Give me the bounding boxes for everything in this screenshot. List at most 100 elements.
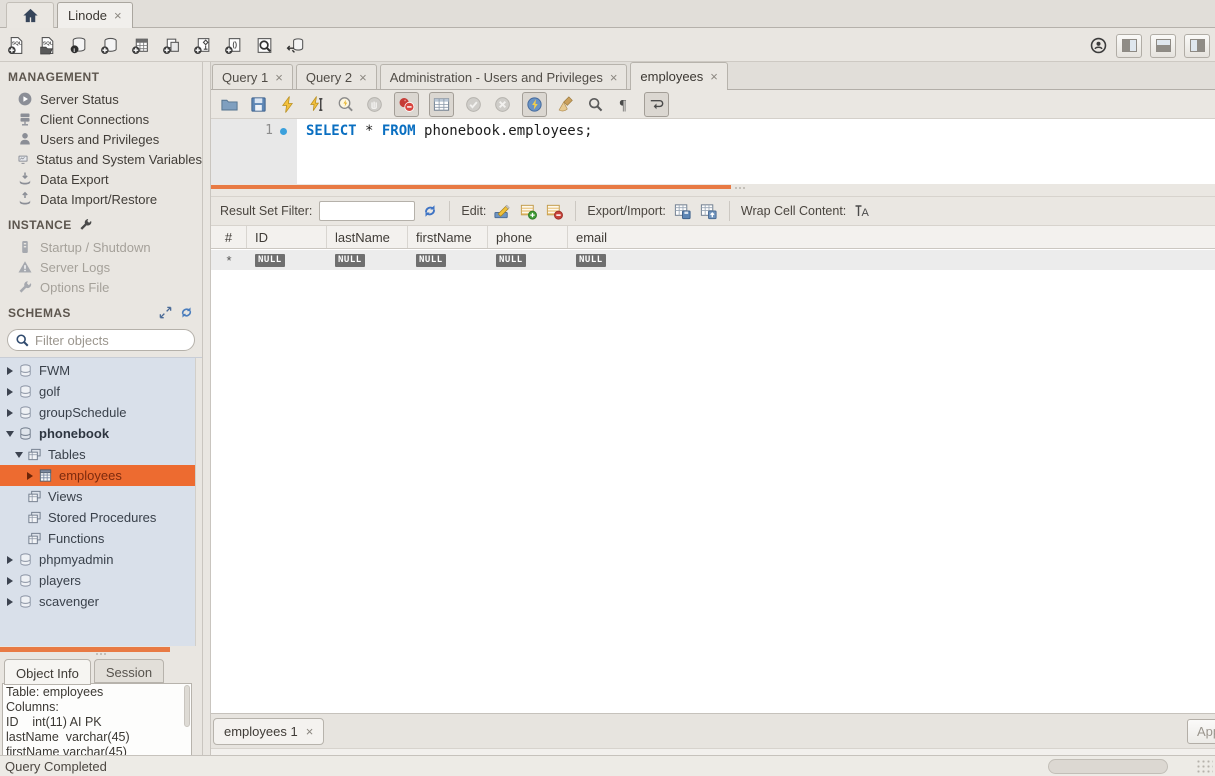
add-record-icon[interactable] (519, 202, 538, 221)
sidebar-item-server-status[interactable]: Server Status (0, 89, 202, 109)
beautify-icon[interactable] (557, 95, 576, 114)
tab-query-1[interactable]: Query 1 × (212, 64, 293, 89)
cell-email[interactable]: NULL (568, 254, 1215, 267)
expander-icon[interactable] (4, 367, 16, 375)
tab-object-info[interactable]: Object Info (4, 659, 91, 685)
create-function-icon[interactable]: () (224, 36, 243, 55)
splitter-grip[interactable] (735, 187, 745, 189)
import-records-icon[interactable] (699, 202, 718, 221)
sidebar-item-client-connections[interactable]: Client Connections (0, 109, 202, 129)
cell-phone[interactable]: NULL (488, 254, 568, 267)
column-header-email[interactable]: email (568, 226, 1215, 248)
limit-rows-button[interactable] (429, 92, 454, 117)
tab-administration[interactable]: Administration - Users and Privileges × (380, 64, 628, 89)
create-view-icon[interactable] (162, 36, 181, 55)
open-script-icon[interactable] (220, 95, 239, 114)
rollback-icon[interactable] (493, 95, 512, 114)
sidebar-item-server-logs[interactable]: Server Logs (0, 257, 202, 277)
schema-filter-input[interactable] (35, 333, 185, 348)
close-icon[interactable]: × (359, 71, 367, 84)
editor-results-splitter[interactable] (211, 184, 1215, 196)
schema-tree-item-phpmyadmin[interactable]: phpmyadmin (0, 549, 202, 570)
schema-tree-item-stored-procedures[interactable]: Stored Procedures (0, 507, 202, 528)
find-icon[interactable] (586, 95, 605, 114)
close-icon[interactable]: × (306, 725, 314, 738)
search-table-data-icon[interactable] (255, 36, 274, 55)
toggle-stop-on-error-button[interactable] (394, 92, 419, 117)
toggle-bottom-panel-button[interactable] (1150, 34, 1176, 58)
delete-record-icon[interactable] (545, 202, 564, 221)
schema-tree-item-scavenger[interactable]: scavenger (0, 591, 202, 612)
cell-firstname[interactable]: NULL (408, 254, 488, 267)
sidebar-item-startup-shutdown[interactable]: Startup / Shutdown (0, 237, 202, 257)
toggle-autocommit-button[interactable] (522, 92, 547, 117)
sidebar-item-data-import[interactable]: Data Import/Restore (0, 189, 202, 209)
sidebar-item-status-system-variables[interactable]: Status and System Variables (0, 149, 202, 169)
execute-icon[interactable] (278, 95, 297, 114)
object-info-scrollbar[interactable] (184, 685, 190, 727)
expander-icon[interactable] (13, 452, 25, 458)
tab-employees[interactable]: employees × (630, 62, 727, 89)
expander-icon[interactable] (4, 409, 16, 417)
connection-tab-linode[interactable]: Linode × (57, 2, 133, 28)
create-table-icon[interactable] (131, 36, 150, 55)
execute-current-icon[interactable] (307, 95, 326, 114)
sidebar-item-data-export[interactable]: Data Export (0, 169, 202, 189)
expand-panel-icon[interactable] (158, 305, 173, 320)
tab-query-2[interactable]: Query 2 × (296, 64, 377, 89)
edit-record-icon[interactable] (493, 202, 512, 221)
open-sql-script-icon[interactable]: SQL (38, 36, 57, 55)
cell-id[interactable]: NULL (247, 254, 327, 267)
column-header-id[interactable]: ID (247, 226, 327, 248)
result-grid-body[interactable] (211, 270, 1215, 713)
resize-grip-icon[interactable] (1196, 759, 1213, 774)
save-script-icon[interactable] (249, 95, 268, 114)
column-header-lastname[interactable]: lastName (327, 226, 408, 248)
sidebar-item-options-file[interactable]: Options File (0, 277, 202, 297)
sidebar-item-users-and-privileges[interactable]: Users and Privileges (0, 129, 202, 149)
toggle-left-panel-button[interactable] (1116, 34, 1142, 58)
tab-session[interactable]: Session (94, 659, 164, 683)
close-icon[interactable]: × (275, 71, 283, 84)
explain-plan-icon[interactable] (336, 95, 355, 114)
expander-icon[interactable] (24, 472, 36, 480)
sql-code-line[interactable]: SELECT * FROM phonebook.employees; (297, 119, 593, 184)
column-header-phone[interactable]: phone (488, 226, 568, 248)
stop-icon[interactable] (365, 95, 384, 114)
wrap-text-button[interactable] (644, 92, 669, 117)
column-header-rownum[interactable]: # (211, 226, 247, 248)
schema-tree-item-functions[interactable]: Functions (0, 528, 202, 549)
close-icon[interactable]: × (114, 9, 122, 22)
cell-lastname[interactable]: NULL (327, 254, 408, 267)
wrap-cell-icon[interactable]: A (853, 203, 869, 219)
tab-employees-1[interactable]: employees 1 × (213, 718, 324, 745)
apply-button[interactable]: Apply (1187, 719, 1215, 744)
invisible-chars-icon[interactable]: ¶ (615, 95, 634, 114)
expander-icon[interactable] (4, 556, 16, 564)
create-procedure-icon[interactable] (193, 36, 212, 55)
toggle-right-panel-button[interactable] (1184, 34, 1210, 58)
result-filter-input[interactable] (319, 201, 415, 221)
schema-tree-item-golf[interactable]: golf (0, 381, 202, 402)
expander-icon[interactable] (4, 431, 16, 437)
schema-tree-item-tables[interactable]: Tables (0, 444, 202, 465)
schema-tree-item-players[interactable]: players (0, 570, 202, 591)
expander-icon[interactable] (4, 598, 16, 606)
horizontal-scrollbar[interactable] (1048, 759, 1168, 774)
refresh-icon[interactable] (422, 203, 438, 219)
schema-tree-item-phonebook[interactable]: phonebook (0, 423, 202, 444)
close-icon[interactable]: × (710, 70, 718, 83)
commit-icon[interactable] (464, 95, 483, 114)
schema-tree-item-views[interactable]: Views (0, 486, 202, 507)
refresh-schemas-icon[interactable] (179, 305, 194, 320)
tree-scrollbar[interactable] (195, 358, 202, 646)
new-sql-tab-icon[interactable]: SQL (7, 36, 26, 55)
schema-inspector-icon[interactable]: i (69, 36, 88, 55)
home-tab[interactable] (6, 2, 54, 28)
schema-tree-item-groupschedule[interactable]: groupSchedule (0, 402, 202, 423)
expander-icon[interactable] (4, 577, 16, 585)
create-schema-icon[interactable] (100, 36, 119, 55)
schema-tree-item-fwm[interactable]: FWM (0, 360, 202, 381)
schema-tree-item-employees[interactable]: employees (0, 465, 202, 486)
column-header-firstname[interactable]: firstName (408, 226, 488, 248)
